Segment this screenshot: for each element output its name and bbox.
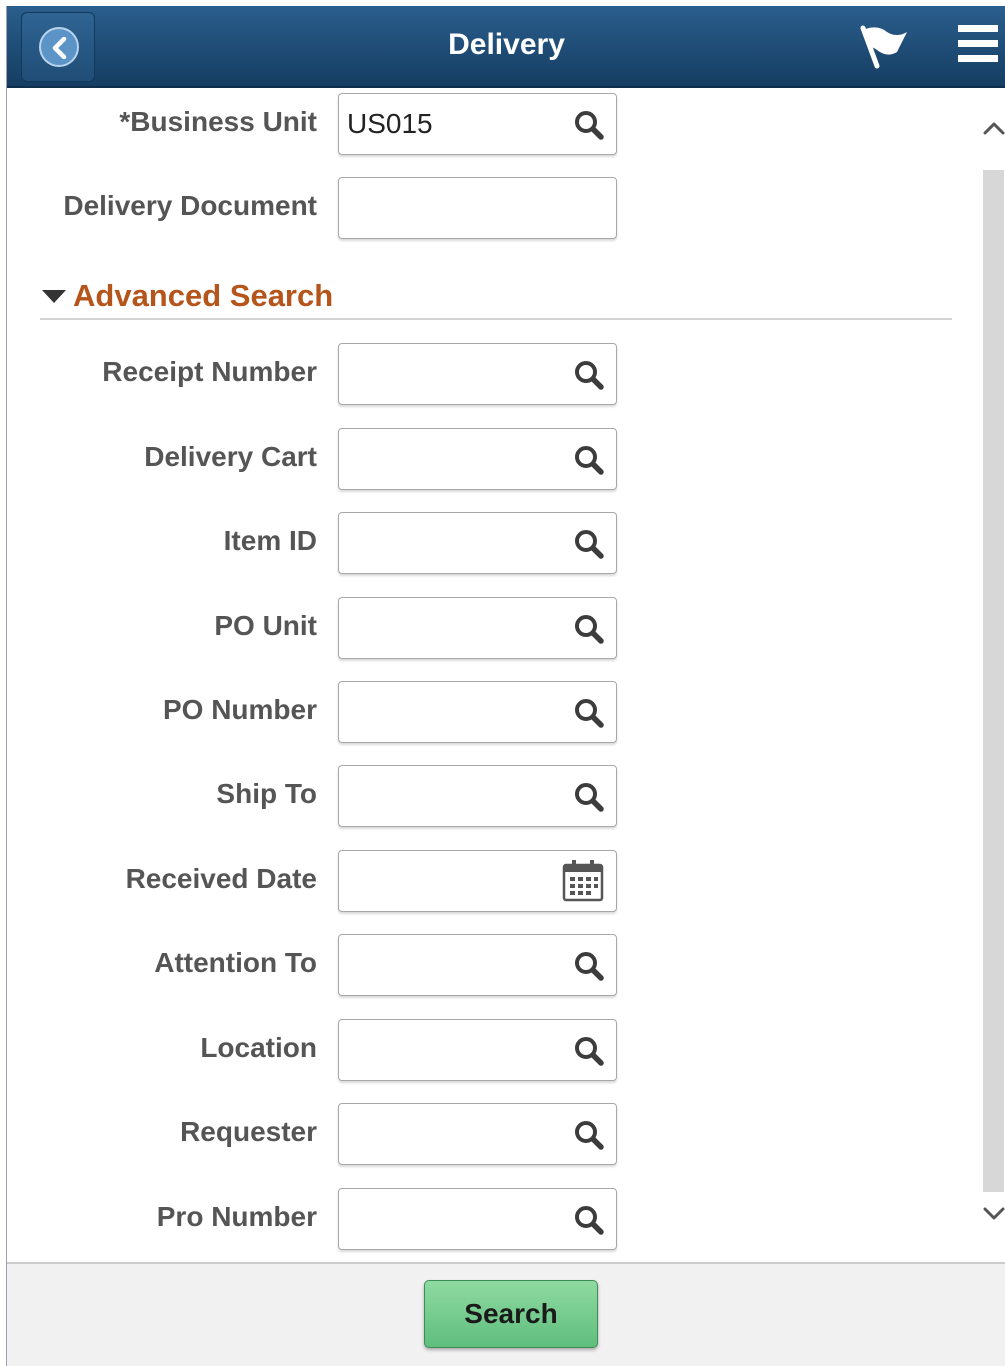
calendar-icon[interactable] <box>562 859 604 903</box>
ship-to-label: Ship To <box>216 778 317 809</box>
received-date-label: Received Date <box>125 863 317 894</box>
pro-number-field[interactable] <box>338 1188 617 1250</box>
advanced-search-label: Advanced Search <box>73 278 334 313</box>
flag-icon[interactable] <box>857 24 909 75</box>
receipt-number-input[interactable] <box>347 354 557 394</box>
receipt-number-field[interactable] <box>338 343 617 405</box>
form-row-delivery-document: Delivery Document <box>7 177 981 239</box>
item-id-input[interactable] <box>347 523 557 563</box>
delivery-cart-label: Delivery Cart <box>144 441 317 472</box>
form-row-requester: Requester <box>7 1103 981 1165</box>
receipt-number-label: Receipt Number <box>102 356 317 387</box>
requester-label: Requester <box>180 1116 317 1147</box>
po-unit-field[interactable] <box>338 597 617 659</box>
search-icon[interactable] <box>573 613 605 645</box>
requester-field[interactable] <box>338 1103 617 1165</box>
delivery-document-input[interactable] <box>347 188 557 228</box>
vertical-scrollbar[interactable] <box>981 90 1005 1262</box>
search-icon[interactable] <box>573 359 605 391</box>
business-unit-input[interactable] <box>347 104 557 144</box>
location-input[interactable] <box>347 1030 557 1070</box>
delivery-cart-input[interactable] <box>347 439 557 479</box>
po-unit-label: PO Unit <box>214 610 317 641</box>
po-number-field[interactable] <box>338 681 617 743</box>
form-row-po-number: PO Number <box>7 681 981 743</box>
po-unit-input[interactable] <box>347 608 557 648</box>
po-number-label: PO Number <box>162 694 317 725</box>
search-button[interactable]: Search <box>424 1280 598 1348</box>
po-number-input[interactable] <box>347 692 557 732</box>
ship-to-input[interactable] <box>347 776 557 816</box>
location-field[interactable] <box>338 1019 617 1081</box>
attention-to-input[interactable] <box>347 945 557 985</box>
search-form: *Business Unit Delivery Document Advance… <box>7 90 981 1262</box>
attention-to-label: Attention To <box>154 947 317 978</box>
ship-to-field[interactable] <box>338 765 617 827</box>
form-row-location: Location <box>7 1019 981 1081</box>
form-row-ship-to: Ship To <box>7 765 981 827</box>
header-bar: Delivery <box>7 6 1005 88</box>
form-row-pro-number: Pro Number <box>7 1188 981 1250</box>
app-frame: Delivery *Business Unit Deliv <box>6 6 1005 1366</box>
item-id-field[interactable] <box>338 512 617 574</box>
form-row-po-unit: PO Unit <box>7 597 981 659</box>
business-unit-field[interactable] <box>338 93 617 155</box>
search-icon[interactable] <box>573 697 605 729</box>
page-title: Delivery <box>448 28 565 61</box>
delivery-cart-field[interactable] <box>338 428 617 490</box>
pro-number-input[interactable] <box>347 1199 557 1239</box>
form-row-item-id: Item ID <box>7 512 981 574</box>
form-row-delivery-cart: Delivery Cart <box>7 428 981 490</box>
advanced-search-toggle[interactable]: Advanced Search <box>40 278 952 320</box>
scroll-down-icon[interactable] <box>983 1206 1005 1222</box>
delivery-document-field[interactable] <box>338 177 617 239</box>
form-row-received-date: Received Date <box>7 850 981 912</box>
location-label: Location <box>200 1032 317 1063</box>
pro-number-label: Pro Number <box>156 1201 317 1232</box>
search-icon[interactable] <box>573 781 605 813</box>
delivery-document-label: Delivery Document <box>63 190 317 221</box>
attention-to-field[interactable] <box>338 934 617 996</box>
form-row-receipt-number: Receipt Number <box>7 343 981 405</box>
hamburger-menu-icon[interactable] <box>958 23 998 70</box>
triangle-down-icon <box>42 290 66 303</box>
business-unit-label: *Business Unit <box>119 106 317 137</box>
received-date-field[interactable] <box>338 850 617 912</box>
received-date-input[interactable] <box>347 861 557 901</box>
item-id-label: Item ID <box>223 525 317 556</box>
search-icon[interactable] <box>573 1119 605 1151</box>
search-icon[interactable] <box>573 1035 605 1067</box>
form-row-attention-to: Attention To <box>7 934 981 996</box>
scroll-thumb[interactable] <box>983 170 1004 1192</box>
footer-bar: Search <box>7 1262 1005 1366</box>
search-icon[interactable] <box>573 109 605 141</box>
form-row-business-unit: *Business Unit <box>7 93 981 155</box>
requester-input[interactable] <box>347 1114 557 1154</box>
search-icon[interactable] <box>573 950 605 982</box>
scroll-up-icon[interactable] <box>983 120 1005 136</box>
search-icon[interactable] <box>573 528 605 560</box>
search-icon[interactable] <box>573 444 605 476</box>
search-icon[interactable] <box>573 1204 605 1236</box>
